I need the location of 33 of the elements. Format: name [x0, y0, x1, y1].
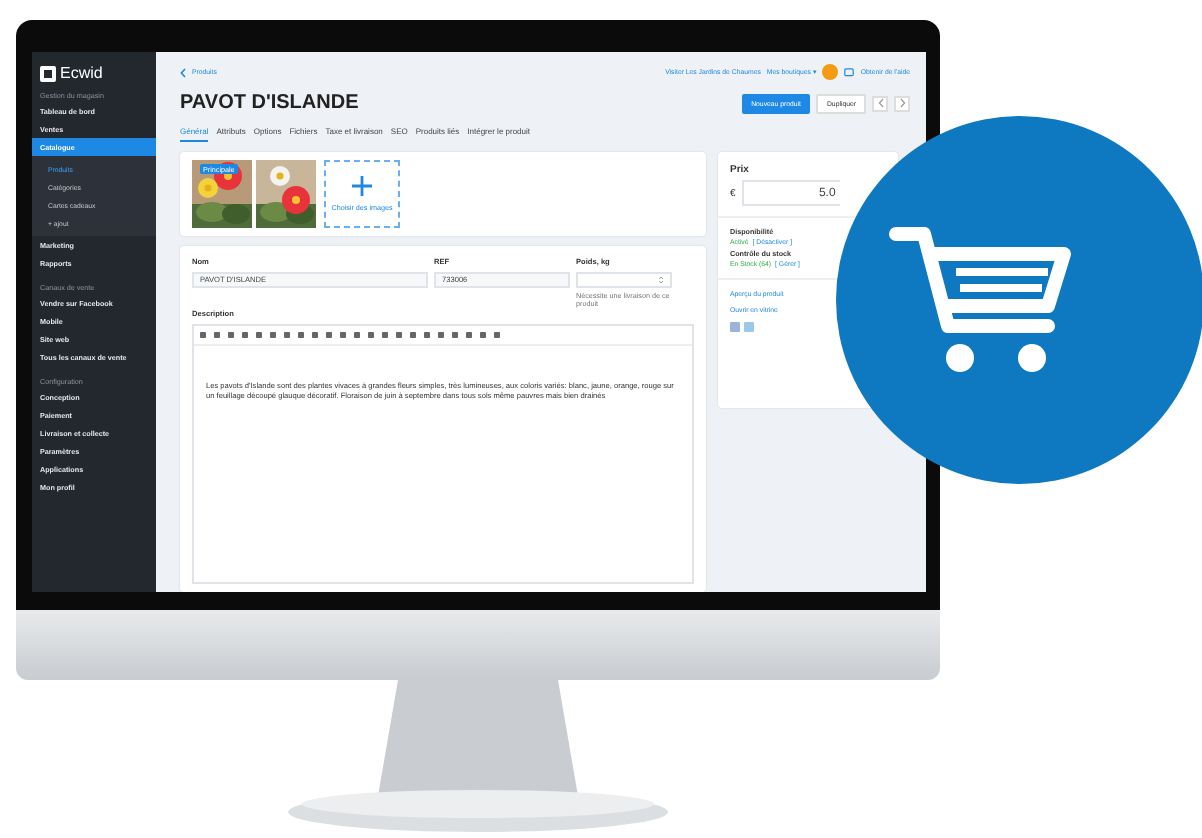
- format-icon[interactable]: [410, 331, 416, 338]
- spinner-arrows-icon[interactable]: [658, 276, 664, 284]
- input-field[interactable]: [576, 272, 672, 288]
- format-icon[interactable]: [326, 331, 332, 338]
- format-icon[interactable]: [354, 331, 360, 338]
- format-icon[interactable]: [214, 331, 220, 338]
- chat-icon: [844, 67, 855, 77]
- format-icon[interactable]: [200, 331, 206, 338]
- format-icon[interactable]: [256, 331, 262, 338]
- format-icon[interactable]: [382, 331, 388, 338]
- format-icon[interactable]: [480, 331, 486, 338]
- format-icon[interactable]: [284, 331, 290, 338]
- back-icon[interactable]: [180, 67, 186, 77]
- format-icon[interactable]: [340, 331, 346, 338]
- logo-text: Ecwid: [60, 64, 103, 82]
- format-icon[interactable]: [396, 331, 402, 338]
- format-icon[interactable]: [452, 331, 458, 338]
- format-icon[interactable]: [494, 331, 500, 338]
- next-button[interactable]: [894, 95, 910, 111]
- format-icon[interactable]: [270, 331, 276, 338]
- format-icon[interactable]: [368, 331, 374, 338]
- shopping-cart-icon: [888, 222, 1072, 378]
- previous-button[interactable]: [872, 95, 888, 111]
- format-icon[interactable]: [298, 331, 304, 338]
- format-icon[interactable]: [466, 331, 472, 338]
- format-icon[interactable]: [242, 331, 248, 338]
- plus-icon: [352, 176, 372, 196]
- format-icon[interactable]: [438, 331, 444, 338]
- page-title: PAVOT D'ISLANDE: [180, 92, 359, 114]
- format-icon[interactable]: [424, 331, 430, 338]
- format-icon[interactable]: [312, 331, 318, 338]
- logo-icon: [40, 65, 56, 81]
- format-icon[interactable]: [228, 331, 234, 338]
